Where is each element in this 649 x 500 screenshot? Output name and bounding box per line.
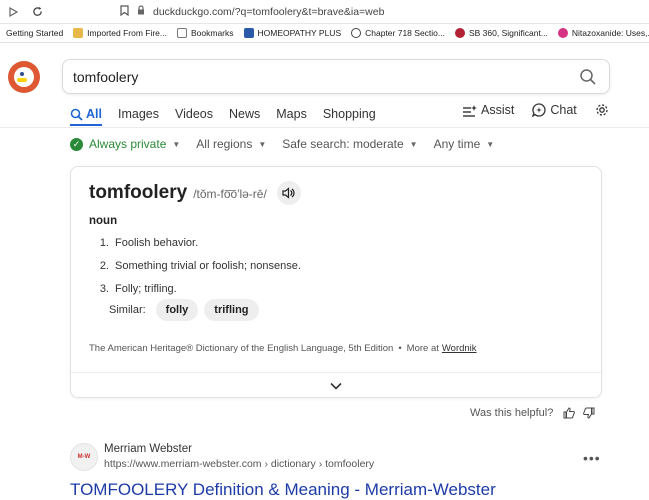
check-icon: ✓ <box>70 137 83 151</box>
merriam-webster-favicon[interactable]: M-W <box>70 443 98 471</box>
assist-icon <box>463 104 477 117</box>
more-options-icon[interactable]: ••• <box>583 450 601 466</box>
bookmark-sb-360[interactable]: SB 360, Significant... <box>454 28 548 38</box>
result-title-link[interactable]: TOMFOOLERY Definition & Meaning - Merria… <box>70 480 496 500</box>
feedback-row: Was this helpful? <box>470 407 595 419</box>
tab-news[interactable]: News <box>229 107 260 121</box>
expand-card-button[interactable] <box>71 372 601 398</box>
pronounce-button[interactable] <box>276 181 301 205</box>
chevron-down-icon: ▼ <box>486 139 495 149</box>
bookmark-imported-from-firefox[interactable]: Imported From Fire... <box>73 28 167 38</box>
chat-icon <box>532 103 546 117</box>
chat-button[interactable]: Chat <box>532 103 577 117</box>
browser-toolbar: duckduckgo.com/?q=tomfoolery&t=brave&ia=… <box>0 0 649 24</box>
pill-icon <box>557 28 568 38</box>
duck-icon <box>14 67 34 87</box>
tab-maps[interactable]: Maps <box>276 107 307 121</box>
safe-search-filter[interactable]: Safe search: moderate ▼ <box>282 137 417 151</box>
chevron-down-icon: ▼ <box>258 139 267 149</box>
part-of-speech: noun <box>89 215 118 227</box>
similar-chip-folly[interactable]: folly <box>155 299 199 321</box>
sb360-favicon <box>454 28 465 38</box>
search-filters: ✓ Always private ▼ All regions ▼ Safe se… <box>70 137 510 151</box>
search-tabs: All Images Videos News Maps Shopping <box>70 103 392 125</box>
bookmarks-bar: Getting Started Imported From Fire... Bo… <box>0 24 649 43</box>
dictionary-word: tomfoolery <box>89 182 188 203</box>
bookmark-nitazoxanide[interactable]: Nitazoxanide: Uses,... <box>557 28 649 38</box>
definition-item: 2. Something trivial or foolish; nonsense… <box>99 260 301 272</box>
chevron-down-icon <box>330 382 342 390</box>
chevron-down-icon: ▼ <box>172 139 181 149</box>
search-input[interactable]: tomfoolery <box>62 59 610 94</box>
chapter-favicon <box>351 28 362 38</box>
wordnik-link[interactable]: Wordnik <box>442 343 477 354</box>
tab-videos[interactable]: Videos <box>175 107 213 121</box>
search-icon <box>70 108 83 121</box>
bookmark-bookmarks[interactable]: Bookmarks <box>177 28 234 38</box>
thumbs-up-icon[interactable] <box>563 407 576 419</box>
bookmark-chapter-718[interactable]: Chapter 718 Sectio... <box>351 28 445 38</box>
time-filter[interactable]: Any time ▼ <box>434 137 495 151</box>
privacy-filter[interactable]: ✓ Always private ▼ <box>70 137 180 151</box>
feedback-label: Was this helpful? <box>470 407 554 419</box>
lock-icon[interactable] <box>137 5 145 18</box>
definition-item: 1. Foolish behavior. <box>99 237 199 249</box>
header-tools: Assist Chat <box>462 103 631 117</box>
speaker-icon <box>282 187 295 199</box>
tab-shopping[interactable]: Shopping <box>323 107 376 121</box>
more-at-label: More at <box>406 343 439 354</box>
homeopathy-favicon <box>243 28 254 38</box>
dictionary-source: The American Heritage® Dictionary of the… <box>89 343 394 354</box>
bookmark-favicon <box>177 28 187 38</box>
bookmark-homeopathy-plus[interactable]: HOMEOPATHY PLUS <box>243 28 341 38</box>
search-icon[interactable] <box>579 68 597 86</box>
similar-label: Similar: <box>109 304 146 316</box>
play-icon[interactable] <box>4 3 22 21</box>
tab-images[interactable]: Images <box>118 107 159 121</box>
result-site-name[interactable]: Merriam Webster <box>104 443 192 455</box>
search-query[interactable]: tomfoolery <box>73 69 138 85</box>
pronunciation: /tŏm-fo͞o′lə-rē/ <box>193 187 267 201</box>
tab-all[interactable]: All <box>70 107 102 121</box>
definition-list: 1. Foolish behavior. 2. Something trivial … <box>95 237 301 306</box>
bookmark-getting-started[interactable]: Getting Started <box>6 28 63 38</box>
result-url[interactable]: https://www.merriam-webster.com › dictio… <box>104 458 374 470</box>
folder-icon <box>73 28 84 38</box>
thumbs-down-icon[interactable] <box>583 407 595 419</box>
similar-words: Similar: folly trifling <box>109 299 259 321</box>
word-header: tomfoolery /tŏm-fo͞o′lə-rē/ <box>89 181 301 205</box>
bookmark-page-icon[interactable] <box>120 4 129 19</box>
dictionary-attribution: The American Heritage® Dictionary of the… <box>89 343 477 354</box>
header-divider <box>0 127 649 128</box>
chevron-down-icon: ▼ <box>409 139 418 149</box>
active-tab-indicator <box>70 124 102 126</box>
gear-icon <box>596 104 608 116</box>
reload-icon[interactable] <box>28 3 46 21</box>
address-bar-url[interactable]: duckduckgo.com/?q=tomfoolery&t=brave&ia=… <box>153 6 384 18</box>
region-filter[interactable]: All regions ▼ <box>196 137 266 151</box>
assist-button[interactable]: Assist <box>462 103 514 117</box>
similar-chip-trifling[interactable]: trifling <box>204 299 259 321</box>
duckduckgo-logo[interactable] <box>8 61 40 93</box>
dictionary-card: tomfoolery /tŏm-fo͞o′lə-rē/ noun 1. Fooli… <box>70 166 602 398</box>
settings-button[interactable] <box>595 103 613 117</box>
